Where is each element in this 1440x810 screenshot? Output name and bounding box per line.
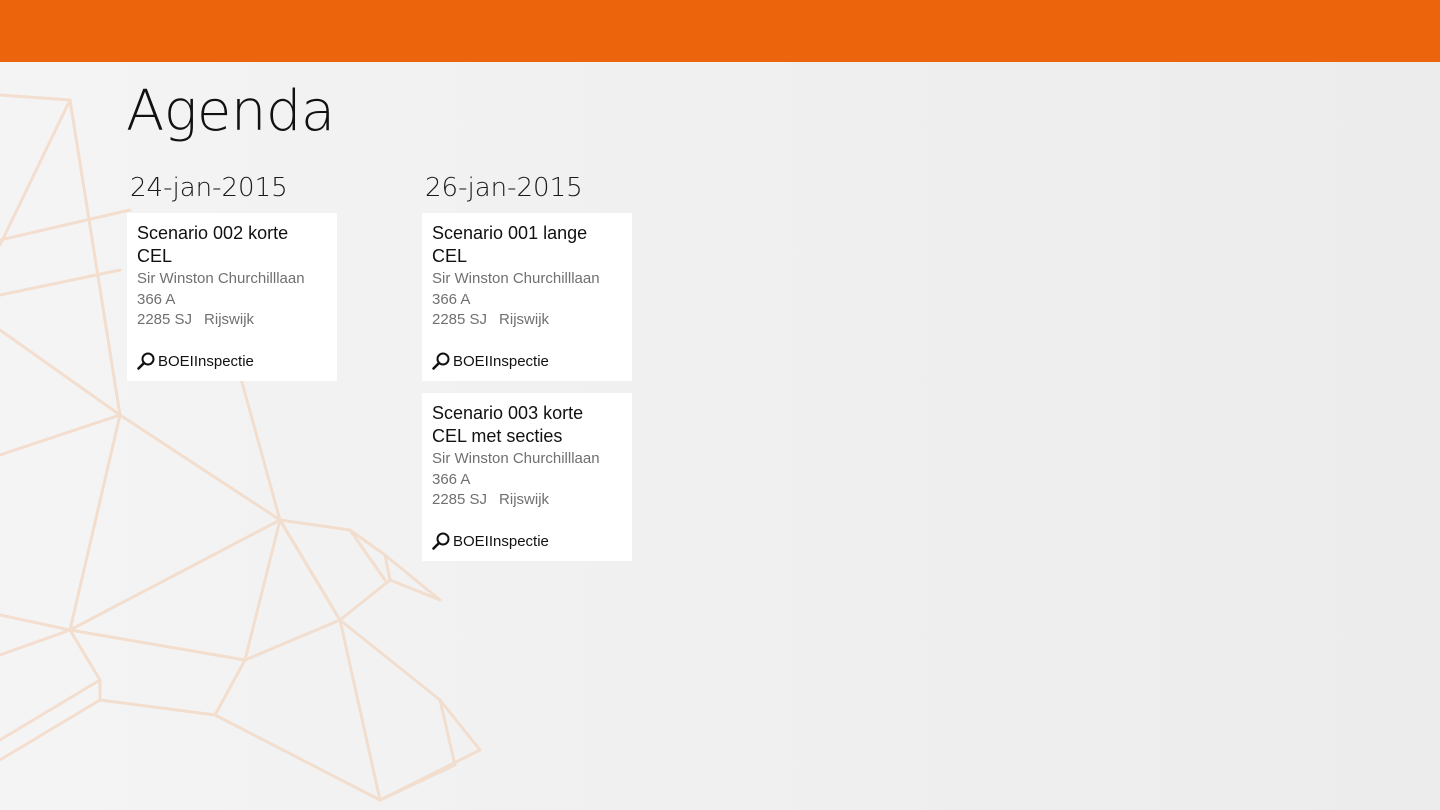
agenda-item-postcode: 2285 SJ [137,311,193,328]
day-header: 24-jan-2015 [130,173,288,203]
day-column-26-jan-2015: 26-jan-2015 Scenario 001 lange CEL Sir W… [422,170,634,573]
agenda-item-title: Scenario 003 korte CEL met secties [432,403,584,446]
agenda-item-title: Scenario 001 lange CEL [432,223,588,266]
search-icon [432,532,450,550]
agenda-item-postcode: 2285 SJ [432,491,488,508]
agenda-item-inspection: BOEIInspectie [431,531,549,551]
agenda-item-card[interactable]: Scenario 003 korte CEL met secties Sir W… [422,393,632,561]
agenda-item-postcode-city: 2285 SJ Rijswijk [432,490,622,511]
agenda-item-number: 366 A [432,290,471,308]
agenda-item-city: Rijswijk [499,311,550,328]
agenda-item-city: Rijswijk [499,491,550,508]
agenda-item-card[interactable]: Scenario 002 korte CEL Sir Winston Churc… [127,213,337,381]
agenda-item-inspection: BOEIInspectie [136,351,254,371]
agenda-item-street: Sir Winston Churchilllaan [432,270,600,287]
app-header-bar [0,0,1440,62]
agenda-item-number: 366 A [432,470,471,488]
day-column-24-jan-2015: 24-jan-2015 Scenario 002 korte CEL Sir W… [127,170,339,393]
agenda-item-number: 366 A [137,290,176,308]
inspection-type-label: BOEIInspectie [453,352,549,370]
agenda-item-postcode-city: 2285 SJ Rijswijk [137,310,327,331]
page-title: Agenda [126,79,335,144]
agenda-item-street: Sir Winston Churchilllaan [432,450,600,467]
agenda-item-postcode: 2285 SJ [432,311,488,328]
agenda-item-card[interactable]: Scenario 001 lange CEL Sir Winston Churc… [422,213,632,381]
agenda-item-title: Scenario 002 korte CEL [137,223,289,266]
agenda-item-street: Sir Winston Churchilllaan [137,270,305,287]
search-icon [432,352,450,370]
search-icon [137,352,155,370]
agenda-item-inspection: BOEIInspectie [431,351,549,371]
agenda-item-postcode-city: 2285 SJ Rijswijk [432,310,622,331]
day-header: 26-jan-2015 [425,173,583,203]
inspection-type-label: BOEIInspectie [158,352,254,370]
agenda-item-city: Rijswijk [204,311,255,328]
inspection-type-label: BOEIInspectie [453,532,549,550]
